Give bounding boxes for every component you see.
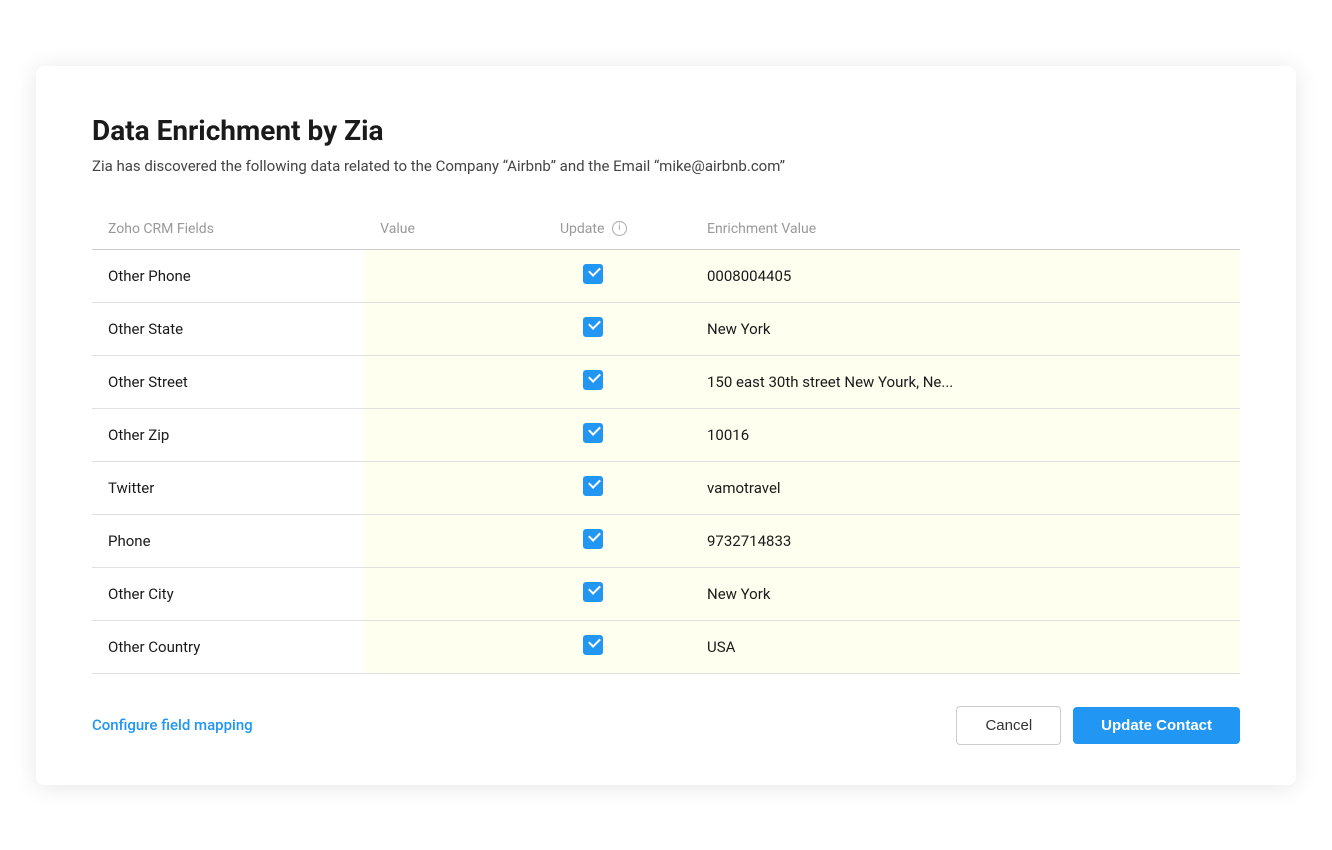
update-cell	[496, 355, 691, 408]
update-cell	[496, 461, 691, 514]
table-row: Other Phone 0008004405	[92, 249, 1240, 302]
update-checkbox[interactable]	[583, 635, 603, 655]
value-cell	[364, 461, 496, 514]
value-cell	[364, 302, 496, 355]
col-header-enrichment: Enrichment Value	[691, 211, 1240, 250]
page-subtitle: Zia has discovered the following data re…	[92, 157, 1240, 175]
value-cell	[364, 249, 496, 302]
field-name-cell: Other Zip	[92, 408, 364, 461]
modal-container: Data Enrichment by Zia Zia has discovere…	[36, 66, 1296, 785]
enrichment-value-cell: 150 east 30th street New Yourk, Ne...	[691, 355, 1240, 408]
table-row: Phone 9732714833	[92, 514, 1240, 567]
table-body: Other Phone 0008004405 Other State New York…	[92, 249, 1240, 673]
enrichment-value-cell: 10016	[691, 408, 1240, 461]
field-name-cell: Other Country	[92, 620, 364, 673]
enrichment-value-cell: 0008004405	[691, 249, 1240, 302]
cancel-button[interactable]: Cancel	[956, 706, 1061, 745]
enrichment-value-cell: vamotravel	[691, 461, 1240, 514]
page-title: Data Enrichment by Zia	[92, 114, 1240, 147]
configure-field-mapping-link[interactable]: Configure field mapping	[92, 716, 253, 734]
enrichment-value-cell: New York	[691, 567, 1240, 620]
update-info-icon: i	[612, 221, 627, 236]
table-header-row: Zoho CRM Fields Value Update i Enrichmen…	[92, 211, 1240, 250]
table-row: Other Country USA	[92, 620, 1240, 673]
value-cell	[364, 355, 496, 408]
table-row: Other City New York	[92, 567, 1240, 620]
field-name-cell: Other Phone	[92, 249, 364, 302]
update-cell	[496, 620, 691, 673]
enrichment-value-cell: USA	[691, 620, 1240, 673]
table-row: Other State New York	[92, 302, 1240, 355]
col-header-value: Value	[364, 211, 496, 250]
update-checkbox[interactable]	[583, 529, 603, 549]
field-name-cell: Twitter	[92, 461, 364, 514]
col-header-update: Update i	[496, 211, 691, 250]
enrichment-value-cell: 9732714833	[691, 514, 1240, 567]
field-name-cell: Other City	[92, 567, 364, 620]
update-checkbox[interactable]	[583, 582, 603, 602]
enrichment-value-cell: New York	[691, 302, 1240, 355]
update-cell	[496, 408, 691, 461]
footer-row: Configure field mapping Cancel Update Co…	[92, 706, 1240, 745]
data-table: Zoho CRM Fields Value Update i Enrichmen…	[92, 211, 1240, 674]
update-checkbox[interactable]	[583, 264, 603, 284]
field-name-cell: Other State	[92, 302, 364, 355]
value-cell	[364, 514, 496, 567]
update-contact-button[interactable]: Update Contact	[1073, 707, 1240, 744]
update-checkbox[interactable]	[583, 370, 603, 390]
table-row: Twitter vamotravel	[92, 461, 1240, 514]
field-name-cell: Other Street	[92, 355, 364, 408]
update-cell	[496, 249, 691, 302]
update-cell	[496, 302, 691, 355]
update-cell	[496, 514, 691, 567]
update-checkbox[interactable]	[583, 423, 603, 443]
update-cell	[496, 567, 691, 620]
value-cell	[364, 620, 496, 673]
field-name-cell: Phone	[92, 514, 364, 567]
footer-buttons: Cancel Update Contact	[956, 706, 1240, 745]
value-cell	[364, 408, 496, 461]
update-checkbox[interactable]	[583, 317, 603, 337]
update-checkbox[interactable]	[583, 476, 603, 496]
table-row: Other Street 150 east 30th street New You…	[92, 355, 1240, 408]
value-cell	[364, 567, 496, 620]
col-header-crm-fields: Zoho CRM Fields	[92, 211, 364, 250]
table-row: Other Zip 10016	[92, 408, 1240, 461]
